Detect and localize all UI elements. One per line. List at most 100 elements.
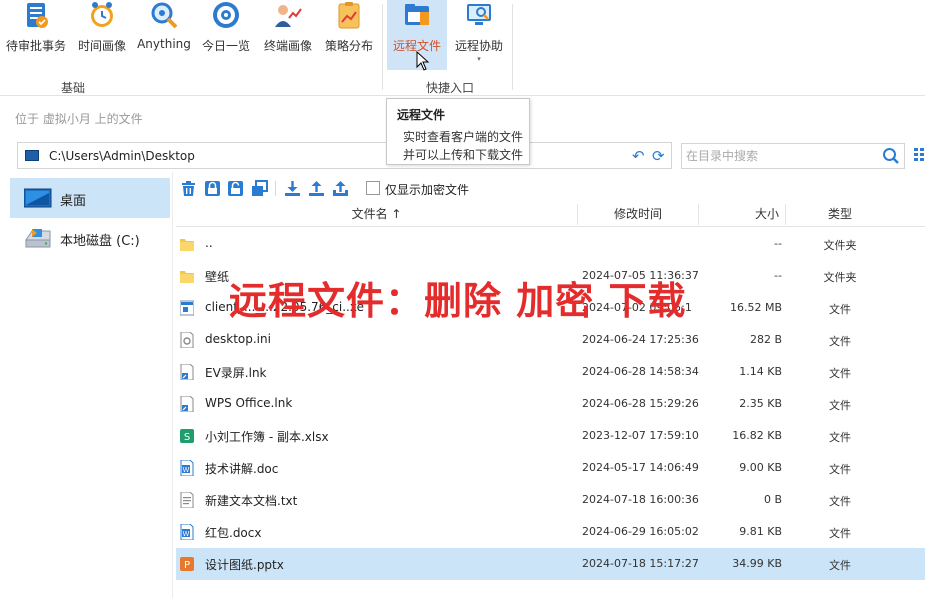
excel-file-icon: S — [180, 429, 194, 443]
folder-icon — [180, 239, 194, 251]
overlay-caption: 远程文件：删除 加密 下载 — [229, 279, 687, 323]
column-header-size[interactable]: 大小 — [699, 202, 784, 227]
ribbon-toolbar: 待审批事务 时间画像 Anything 今日一览 终端画像 策略分布 远程文件 … — [0, 0, 925, 96]
clock-icon — [91, 2, 113, 27]
remote-assist-label: 远程协助 — [454, 39, 503, 53]
encrypt-only-label: 仅显示加密文件 — [385, 183, 470, 197]
svg-text:W: W — [183, 466, 190, 474]
file-date: 2024-06-28 14:58:34 — [582, 365, 699, 378]
svg-text:P: P — [184, 560, 190, 571]
back-icon[interactable]: ↶ — [632, 147, 645, 165]
today-overview-label: 今日一览 — [201, 39, 250, 53]
table-row[interactable]: P 设计图纸.pptx 2024-07-18 15:17:27 34.99 KB… — [176, 548, 925, 580]
drive-icon — [25, 229, 51, 248]
word-file-icon: W — [180, 524, 194, 540]
time-profile-label: 时间画像 — [77, 39, 126, 53]
file-toolbar: 仅显示加密文件 — [176, 178, 925, 200]
column-header-name[interactable]: 文件名 ↑ — [176, 202, 577, 227]
table-row[interactable]: W 红包.docx 2024-06-29 16:05:02 9.81 KB 文件 — [176, 516, 925, 548]
ini-file-icon — [180, 332, 194, 348]
file-type: 文件夹 — [823, 239, 857, 252]
sidebar-item-local-disk[interactable]: 本地磁盘 (C:) — [10, 218, 170, 258]
file-name: EV录屏.lnk — [205, 366, 267, 380]
file-name: 设计图纸.pptx — [205, 558, 284, 572]
file-type: 文件 — [829, 527, 851, 540]
refresh-icon[interactable]: ⟳ — [652, 147, 665, 165]
table-row[interactable]: EV录屏.lnk 2024-06-28 14:58:34 1.14 KB 文件 — [176, 356, 925, 388]
path-bar[interactable]: C:\Users\Admin\Desktop ↶ ⟳ — [17, 142, 672, 169]
mouse-cursor-icon — [416, 51, 430, 71]
toolbar-separator — [275, 181, 276, 196]
approval-label: 待审批事务 — [5, 39, 66, 53]
table-row[interactable]: desktop.ini 2024-06-24 17:25:36 282 B 文件 — [176, 324, 925, 356]
group-label-basic: 基础 — [60, 81, 85, 95]
file-type: 文件 — [829, 367, 851, 380]
unlock-icon[interactable] — [227, 180, 244, 197]
path-text[interactable]: C:\Users\Admin\Desktop — [49, 149, 195, 163]
file-size: 9.00 KB — [739, 461, 782, 474]
file-size: 34.99 KB — [732, 557, 782, 570]
word-file-icon: W — [180, 460, 194, 476]
table-row[interactable]: .. -- 文件夹 — [176, 228, 925, 260]
search-box — [681, 143, 905, 169]
download-icon[interactable] — [284, 180, 301, 197]
grid-view-icon[interactable] — [914, 148, 925, 161]
table-row[interactable]: S 小刘工作簿 - 副本.xlsx 2023-12-07 17:59:10 16… — [176, 420, 925, 452]
approval-button[interactable]: 待审批事务 — [3, 0, 69, 70]
file-name: .. — [205, 236, 213, 250]
lock-icon[interactable] — [204, 180, 221, 197]
table-header: 文件名 ↑ 修改时间 大小 类型 — [176, 202, 925, 227]
today-overview-button[interactable]: 今日一览 — [197, 0, 255, 70]
table-row[interactable]: WPS Office.lnk 2024-06-28 15:29:26 2.35 … — [176, 388, 925, 420]
terminal-profile-button[interactable]: 终端画像 — [259, 0, 317, 70]
file-date: 2024-07-18 16:00:36 — [582, 493, 699, 506]
ribbon-divider — [512, 4, 513, 90]
chevron-down-icon[interactable]: ▾ — [477, 55, 481, 63]
copy-icon[interactable] — [251, 180, 268, 197]
file-date: 2024-06-29 16:05:02 — [582, 525, 699, 538]
delete-icon[interactable] — [180, 180, 197, 197]
file-name: 小刘工作簿 - 副本.xlsx — [205, 430, 329, 444]
policy-distribution-button[interactable]: 策略分布 — [320, 0, 378, 70]
search-icon[interactable] — [882, 147, 900, 165]
folder-icon — [180, 271, 194, 283]
file-type: 文件夹 — [823, 271, 857, 284]
ribbon-divider — [382, 4, 383, 90]
svg-text:S: S — [184, 432, 190, 443]
file-size: -- — [774, 269, 782, 282]
eye-icon — [213, 2, 239, 28]
tooltip-title: 远程文件 — [397, 108, 446, 122]
remote-assist-button[interactable]: 远程协助 ▾ — [450, 0, 508, 70]
table-row[interactable]: 新建文本文档.txt 2024-07-18 16:00:36 0 B 文件 — [176, 484, 925, 516]
file-size: 9.81 KB — [739, 525, 782, 538]
encrypt-only-checkbox[interactable] — [366, 181, 380, 195]
file-name: WPS Office.lnk — [205, 396, 293, 410]
upload-folder-icon[interactable] — [332, 180, 349, 197]
table-row[interactable]: W 技术讲解.doc 2024-05-17 14:06:49 9.00 KB 文… — [176, 452, 925, 484]
anything-label: Anything — [137, 37, 191, 51]
sidebar-divider — [172, 172, 173, 598]
terminal-profile-label: 终端画像 — [263, 39, 312, 53]
file-date: 2024-05-17 14:06:49 — [582, 461, 699, 474]
tooltip: 远程文件 实时查看客户端的文件 并可以上传和下载文件 — [386, 98, 530, 165]
clipboard-chart-icon — [338, 2, 360, 29]
search-input[interactable] — [686, 148, 876, 164]
tooltip-line: 实时查看客户端的文件 — [403, 130, 524, 144]
file-size: 1.14 KB — [739, 365, 782, 378]
group-label-shortcuts: 快捷入口 — [425, 81, 474, 95]
svg-text:W: W — [183, 530, 190, 538]
text-file-icon — [180, 492, 194, 508]
upload-icon[interactable] — [308, 180, 325, 197]
anything-button[interactable]: Anything — [135, 0, 193, 70]
sidebar-item-label: 桌面 — [60, 194, 87, 209]
time-profile-button[interactable]: 时间画像 — [74, 0, 130, 70]
shortcut-file-icon — [180, 364, 194, 380]
file-size: 0 B — [763, 493, 782, 506]
file-date: 2024-07-18 15:17:27 — [582, 557, 699, 570]
file-name: 技术讲解.doc — [205, 462, 279, 476]
computer-icon — [25, 150, 39, 161]
column-header-date[interactable]: 修改时间 — [578, 202, 698, 227]
sidebar-item-desktop[interactable]: 桌面 — [10, 178, 170, 218]
remote-assist-icon — [467, 4, 491, 25]
column-header-type[interactable]: 类型 — [786, 202, 894, 227]
